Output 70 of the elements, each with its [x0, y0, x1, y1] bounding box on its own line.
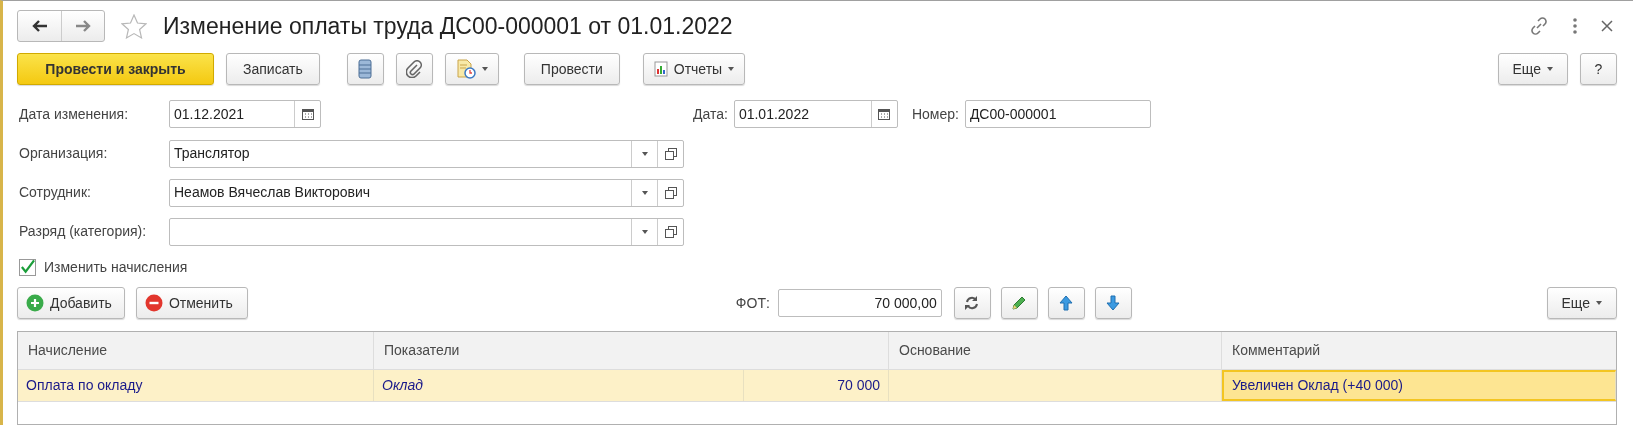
select-field[interactable]	[169, 217, 684, 246]
link-icon	[1529, 16, 1549, 36]
date-field[interactable]: 01.12.2021	[169, 100, 321, 128]
more-button[interactable]: Еще	[1546, 287, 1617, 319]
open-window-icon	[664, 186, 677, 199]
checkbox[interactable]	[19, 258, 36, 276]
checkmark-icon	[20, 259, 35, 275]
column-header[interactable]: Показатели	[374, 332, 889, 369]
more-vertical-icon	[1573, 18, 1577, 34]
toolbar-button[interactable]: Записать	[226, 53, 320, 85]
select-field[interactable]: Транслятор	[169, 139, 684, 168]
table-row[interactable]: Оплата по окладу Оклад 70 000 Увеличен Оклад (+40 000)	[18, 370, 1616, 402]
list-icon	[358, 59, 373, 79]
fot-field[interactable]: 70 000,00	[777, 289, 942, 317]
open-window-icon	[664, 147, 677, 160]
cancel-button[interactable]: Отменить	[135, 287, 248, 319]
column-header[interactable]: Начисление	[18, 332, 374, 369]
caret-icon	[1596, 301, 1602, 305]
table-cell: 70 000	[744, 370, 889, 401]
caret-icon	[641, 151, 648, 156]
calendar-icon	[301, 108, 314, 120]
document-clock-icon	[455, 59, 476, 79]
table-cell: Оплата по окладу	[18, 370, 374, 401]
open-window-icon	[664, 225, 677, 238]
number-field[interactable]: ДС00-000001	[964, 100, 1151, 128]
table-tool-button[interactable]	[1047, 287, 1085, 319]
help-button[interactable]: ?	[1580, 53, 1617, 85]
column-header[interactable]: Основание	[889, 332, 1222, 369]
bar-chart-icon	[653, 61, 668, 77]
window-title: Изменение оплаты труда ДС00-000001 от 01.01.2022	[163, 11, 734, 41]
select-field[interactable]: Неамов Вячеслав Викторович	[169, 178, 684, 207]
back-arrow-icon	[31, 20, 48, 32]
pencil-icon	[1011, 295, 1028, 311]
table-tool-button[interactable]	[1094, 287, 1132, 319]
plus-circle-icon	[26, 294, 44, 312]
calendar-icon	[878, 108, 891, 120]
field-label: Номер:	[911, 104, 959, 124]
field-label: Дата:	[693, 104, 728, 124]
forward-arrow-icon	[75, 20, 91, 32]
add-button[interactable]: Добавить	[17, 287, 125, 319]
close-icon	[1601, 20, 1613, 32]
reports-button[interactable]: Отчеты	[642, 53, 746, 85]
table-tool-button[interactable]	[953, 287, 991, 319]
column-header[interactable]: Комментарий	[1222, 332, 1616, 369]
date-field[interactable]: 01.01.2022	[733, 100, 898, 128]
caret-icon	[641, 229, 648, 234]
star-icon[interactable]	[121, 13, 147, 39]
toolbar-icon-button[interactable]	[395, 53, 433, 85]
toolbar-icon-button[interactable]	[346, 53, 384, 85]
up-arrow-icon	[1058, 295, 1075, 311]
field-label: Сотрудник:	[18, 183, 92, 202]
field-label: Разряд (категория):	[18, 222, 148, 241]
paperclip-icon	[406, 60, 423, 78]
caret-icon	[728, 67, 735, 71]
table-cell: Оклад	[374, 370, 744, 401]
caret-icon	[481, 67, 488, 71]
table-cell: Увеличен Оклад (+40 000)	[1222, 370, 1616, 401]
menu-button[interactable]	[444, 53, 499, 85]
refresh-icon	[964, 295, 981, 311]
minus-circle-icon	[144, 294, 163, 312]
down-arrow-icon	[1105, 295, 1122, 311]
fot-label: ФОТ:	[735, 293, 770, 313]
checkbox-label[interactable]: Изменить начисления	[44, 256, 188, 278]
post-close-button[interactable]: Провести и закрыть	[17, 53, 214, 85]
caret-icon	[641, 190, 648, 195]
more-button[interactable]: Еще	[1497, 53, 1568, 85]
caret-icon	[1547, 67, 1553, 71]
field-label: Дата изменения:	[18, 104, 130, 124]
field-label: Организация:	[18, 144, 109, 163]
toolbar-button[interactable]: Провести	[523, 53, 620, 85]
